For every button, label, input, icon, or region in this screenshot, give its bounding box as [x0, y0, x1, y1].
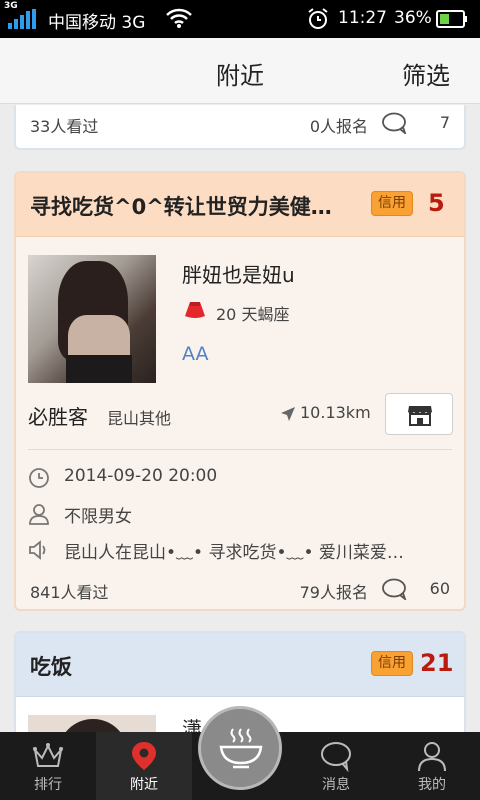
event-card[interactable]: 寻找吃货^0^转让世贸力美健… 信用 5 胖妞也是妞u 20 天蝎座 AA 必胜…	[14, 171, 466, 611]
views-count: 33人看过	[30, 117, 99, 136]
top-header: 附近 筛选	[0, 38, 480, 104]
user-nickname: 胖妞也是妞u	[182, 263, 295, 287]
person-outline-icon	[29, 504, 49, 525]
signal-icon	[8, 9, 36, 29]
event-card[interactable]: 33人看过 0人报名 7	[14, 105, 466, 150]
battery-icon	[436, 10, 467, 28]
event-message: 昆山人在昆山•﹏• 寻求吃货•﹏• 爱川菜爱…	[64, 543, 404, 563]
tab-label: 我的	[418, 777, 446, 793]
event-datetime: 2014-09-20 20:00	[64, 466, 218, 486]
card-header: 吃饭 信用 21	[16, 633, 464, 697]
user-level: AA	[182, 343, 209, 365]
clock-icon	[29, 468, 49, 488]
location-pin-icon	[132, 742, 156, 770]
clock-time: 11:27	[338, 8, 387, 28]
tab-ranking[interactable]: 排行	[0, 732, 96, 800]
alarm-icon	[308, 8, 328, 29]
center-action-button[interactable]	[198, 706, 282, 790]
user-nickname: 潇	[182, 717, 202, 732]
age-zodiac: 20 天蝎座	[216, 305, 290, 324]
comment-icon	[382, 578, 407, 600]
carrier-label: 中国移动 3G	[48, 13, 146, 33]
crown-icon	[33, 743, 63, 767]
filter-button[interactable]: 筛选	[402, 56, 450, 91]
restaurant-name: 必胜客	[28, 405, 88, 429]
divider	[28, 449, 452, 450]
avatar[interactable]	[28, 255, 156, 383]
event-time-row: 2014-09-20 20:00	[28, 463, 452, 493]
bowl-icon	[219, 728, 263, 769]
speaker-icon	[29, 540, 46, 560]
nearby-feed[interactable]: 33人看过 0人报名 7 寻找吃货^0^转让世贸力美健… 信用 5 胖妞也是妞u…	[0, 105, 480, 732]
tab-label: 排行	[34, 777, 62, 793]
person-icon	[418, 742, 446, 772]
participant-count: 21	[420, 649, 454, 677]
event-title: 吃饭	[30, 655, 72, 679]
gender-row: 不限男女	[28, 499, 452, 529]
signup-count: 0人报名	[309, 117, 368, 136]
credit-badge: 信用	[371, 651, 413, 676]
participant-count: 5	[428, 189, 445, 217]
storefront-icon	[408, 406, 432, 426]
tab-label: 消息	[322, 777, 350, 793]
status-bar: 3G 中国移动 3G 11:27 36%	[0, 0, 480, 38]
distance: 10.13km	[300, 403, 371, 422]
message-row: 昆山人在昆山•﹏• 寻求吃货•﹏• 爱川菜爱…	[28, 535, 452, 565]
shop-button[interactable]	[385, 393, 453, 435]
location-arrow-icon	[281, 407, 295, 421]
chat-bubble-icon	[321, 742, 351, 772]
battery-percent: 36%	[394, 8, 432, 28]
event-title: 寻找吃货^0^转让世贸力美健…	[30, 195, 332, 219]
tab-nearby[interactable]: 附近	[96, 732, 192, 800]
card-stats-row: 33人看过 0人报名 7	[30, 109, 450, 139]
restaurant-district: 昆山其他	[107, 409, 172, 428]
tab-profile[interactable]: 我的	[384, 732, 480, 800]
signup-count: 79人报名	[299, 583, 368, 602]
comment-count: 60	[429, 579, 450, 598]
tab-label: 附近	[130, 777, 158, 793]
views-count: 841人看过	[30, 583, 109, 602]
credit-badge: 信用	[371, 191, 413, 216]
wifi-icon	[166, 8, 192, 28]
tab-messages[interactable]: 消息	[288, 732, 384, 800]
comment-icon	[382, 112, 407, 134]
comment-count: 7	[439, 113, 450, 132]
female-dress-icon	[185, 302, 205, 318]
avatar[interactable]	[28, 715, 156, 732]
card-stats-row: 841人看过 79人报名 60	[30, 575, 450, 605]
gender-requirement: 不限男女	[64, 507, 132, 527]
card-header: 寻找吃货^0^转让世贸力美健… 信用 5	[16, 173, 464, 237]
